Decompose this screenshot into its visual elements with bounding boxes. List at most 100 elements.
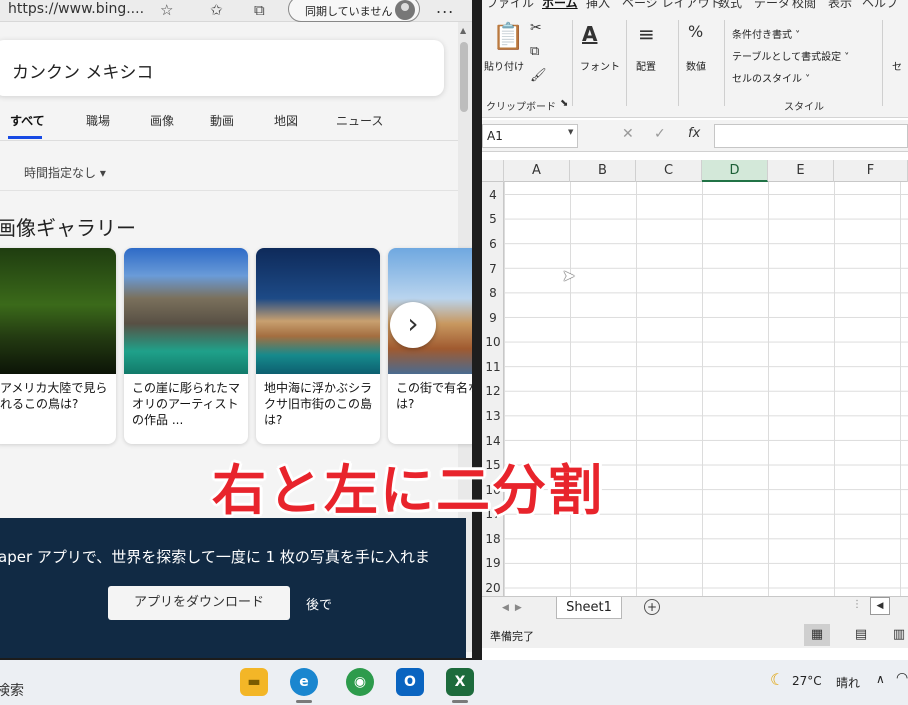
tab-review[interactable]: 校閲: [792, 0, 816, 11]
row-header[interactable]: 10: [482, 335, 504, 349]
search-query[interactable]: カンクン メキシコ: [12, 58, 153, 83]
page-layout-view-icon[interactable]: ▤: [848, 624, 874, 646]
normal-view-icon[interactable]: ▦: [804, 624, 830, 646]
row-header[interactable]: 9: [482, 311, 504, 325]
tab-view[interactable]: 表示: [828, 0, 852, 11]
chrome-icon[interactable]: ◉: [346, 668, 374, 696]
column-header-selected[interactable]: D: [702, 160, 768, 182]
tab-home[interactable]: ホーム: [542, 0, 578, 11]
cut-icon[interactable]: ✂: [530, 20, 542, 36]
tab-formulas[interactable]: 数式: [718, 0, 742, 11]
taskbar-search[interactable]: 検索: [0, 680, 24, 700]
gallery-card-siracusa[interactable]: 地中海に浮かぶシラクサ旧市街のこの島は?: [256, 248, 380, 444]
name-box-value[interactable]: A1: [487, 129, 503, 143]
row-header[interactable]: 7: [482, 262, 504, 276]
weather-condition[interactable]: 晴れ: [836, 674, 860, 691]
cells-label[interactable]: セ: [892, 58, 902, 73]
cancel-icon[interactable]: ✕: [622, 126, 634, 142]
row-header[interactable]: 11: [482, 360, 504, 374]
chevron-up-icon[interactable]: ∧: [876, 672, 885, 686]
font-label[interactable]: フォント: [580, 58, 620, 73]
column-header[interactable]: B: [570, 160, 636, 182]
card-image[interactable]: [256, 248, 380, 374]
row-header[interactable]: 13: [482, 409, 504, 423]
page-break-view-icon[interactable]: ▥: [886, 624, 908, 646]
copy-icon[interactable]: ⧉: [530, 44, 539, 59]
cell-styles-button[interactable]: セルのスタイル ˅: [732, 70, 810, 85]
card-caption[interactable]: 地中海に浮かぶシラクサ旧市街のこの島は?: [264, 380, 376, 428]
name-box[interactable]: A1: [482, 124, 578, 148]
card-image[interactable]: [0, 248, 116, 374]
tab-help[interactable]: ヘルプ: [862, 0, 898, 11]
column-header[interactable]: C: [636, 160, 702, 182]
card-caption[interactable]: この街で有名な祭りは?: [396, 380, 472, 412]
window-split-divider[interactable]: [472, 0, 482, 705]
add-favorite-icon[interactable]: ☆: [160, 1, 173, 19]
row-header[interactable]: 5: [482, 212, 504, 226]
gallery-card-maori[interactable]: この崖に彫られたマオリのアーティストの作品 ...: [124, 248, 248, 444]
favorites-icon[interactable]: ✩: [210, 1, 223, 19]
tab-page-layout[interactable]: ページ レイアウト: [622, 0, 722, 11]
card-image[interactable]: [124, 248, 248, 374]
number-label[interactable]: 数値: [686, 58, 706, 73]
tab-all[interactable]: すべて: [10, 112, 45, 129]
edge-icon[interactable]: e: [290, 668, 318, 696]
tab-news[interactable]: ニュース: [336, 112, 383, 129]
column-header[interactable]: A: [504, 160, 570, 182]
time-filter-dropdown[interactable]: 時間指定なし ▾: [24, 164, 106, 181]
sheet-nav-icon[interactable]: ◀▶: [502, 603, 528, 613]
tab-videos[interactable]: 動画: [210, 112, 234, 129]
search-input[interactable]: カンクン メキシコ: [0, 40, 444, 96]
row-header[interactable]: 19: [482, 556, 504, 570]
collections-icon[interactable]: ⧉: [254, 1, 265, 19]
chevron-down-icon[interactable]: ▼: [568, 128, 573, 136]
conditional-format-button[interactable]: 条件付き書式 ˅: [732, 26, 800, 41]
column-header[interactable]: E: [768, 160, 834, 182]
add-sheet-button[interactable]: +: [644, 599, 660, 615]
tab-file[interactable]: ファイル: [486, 0, 534, 11]
gallery-next-button[interactable]: ›: [390, 302, 436, 348]
scroll-left-icon[interactable]: ◀: [870, 597, 890, 615]
weather-moon-icon[interactable]: ☾: [770, 670, 784, 689]
font-icon[interactable]: A: [582, 22, 597, 46]
gallery-card-festival[interactable]: この街で有名な祭りは?: [388, 248, 472, 444]
gallery-card-bird[interactable]: アメリカ大陸で見られるこの鳥は?: [0, 248, 116, 444]
address-bar[interactable]: https://www.bing.... ☆ ✩ ⧉ 同期していません ...: [0, 0, 472, 22]
paste-label[interactable]: 貼り付け: [484, 58, 524, 73]
tab-work[interactable]: 職場: [86, 112, 110, 129]
insert-function-icon[interactable]: fx: [688, 126, 700, 141]
scroll-up-icon[interactable]: ▲: [460, 26, 466, 35]
later-button[interactable]: 後で: [306, 594, 332, 613]
number-format-icon[interactable]: %: [688, 22, 703, 41]
sync-button[interactable]: 同期していません: [288, 0, 420, 22]
dialog-launcher-icon[interactable]: ⬊: [560, 98, 568, 109]
file-explorer-icon[interactable]: ▬: [240, 668, 268, 696]
alignment-label[interactable]: 配置: [636, 58, 656, 73]
card-caption[interactable]: アメリカ大陸で見られるこの鳥は?: [0, 380, 112, 412]
row-header[interactable]: 18: [482, 532, 504, 546]
weather-temperature[interactable]: 27°C: [792, 674, 822, 688]
row-header[interactable]: 6: [482, 237, 504, 251]
row-header[interactable]: 12: [482, 384, 504, 398]
scrollbar-thumb[interactable]: [460, 42, 468, 112]
excel-icon[interactable]: X: [446, 668, 474, 696]
row-header[interactable]: 20: [482, 581, 504, 595]
paste-icon[interactable]: 📋: [492, 22, 524, 52]
alignment-icon[interactable]: ≡: [638, 22, 655, 46]
cell-grid[interactable]: ➤: [504, 182, 908, 602]
format-as-table-button[interactable]: テーブルとして書式設定 ˅: [732, 48, 849, 63]
card-caption[interactable]: この崖に彫られたマオリのアーティストの作品 ...: [132, 380, 244, 428]
wifi-icon[interactable]: ◠: [896, 670, 908, 686]
more-button[interactable]: ...: [436, 0, 454, 17]
more-icon[interactable]: ⋮: [852, 599, 862, 610]
outlook-icon[interactable]: O: [396, 668, 424, 696]
download-app-button[interactable]: アプリをダウンロード: [108, 586, 290, 620]
format-painter-icon[interactable]: 🖌: [530, 68, 547, 83]
row-header[interactable]: 4: [482, 188, 504, 202]
row-header[interactable]: 8: [482, 286, 504, 300]
url-text[interactable]: https://www.bing....: [8, 1, 144, 17]
column-header[interactable]: F: [834, 160, 908, 182]
tab-maps[interactable]: 地図: [274, 112, 298, 129]
sheet-tab[interactable]: Sheet1: [556, 597, 622, 619]
confirm-icon[interactable]: ✓: [654, 126, 666, 142]
